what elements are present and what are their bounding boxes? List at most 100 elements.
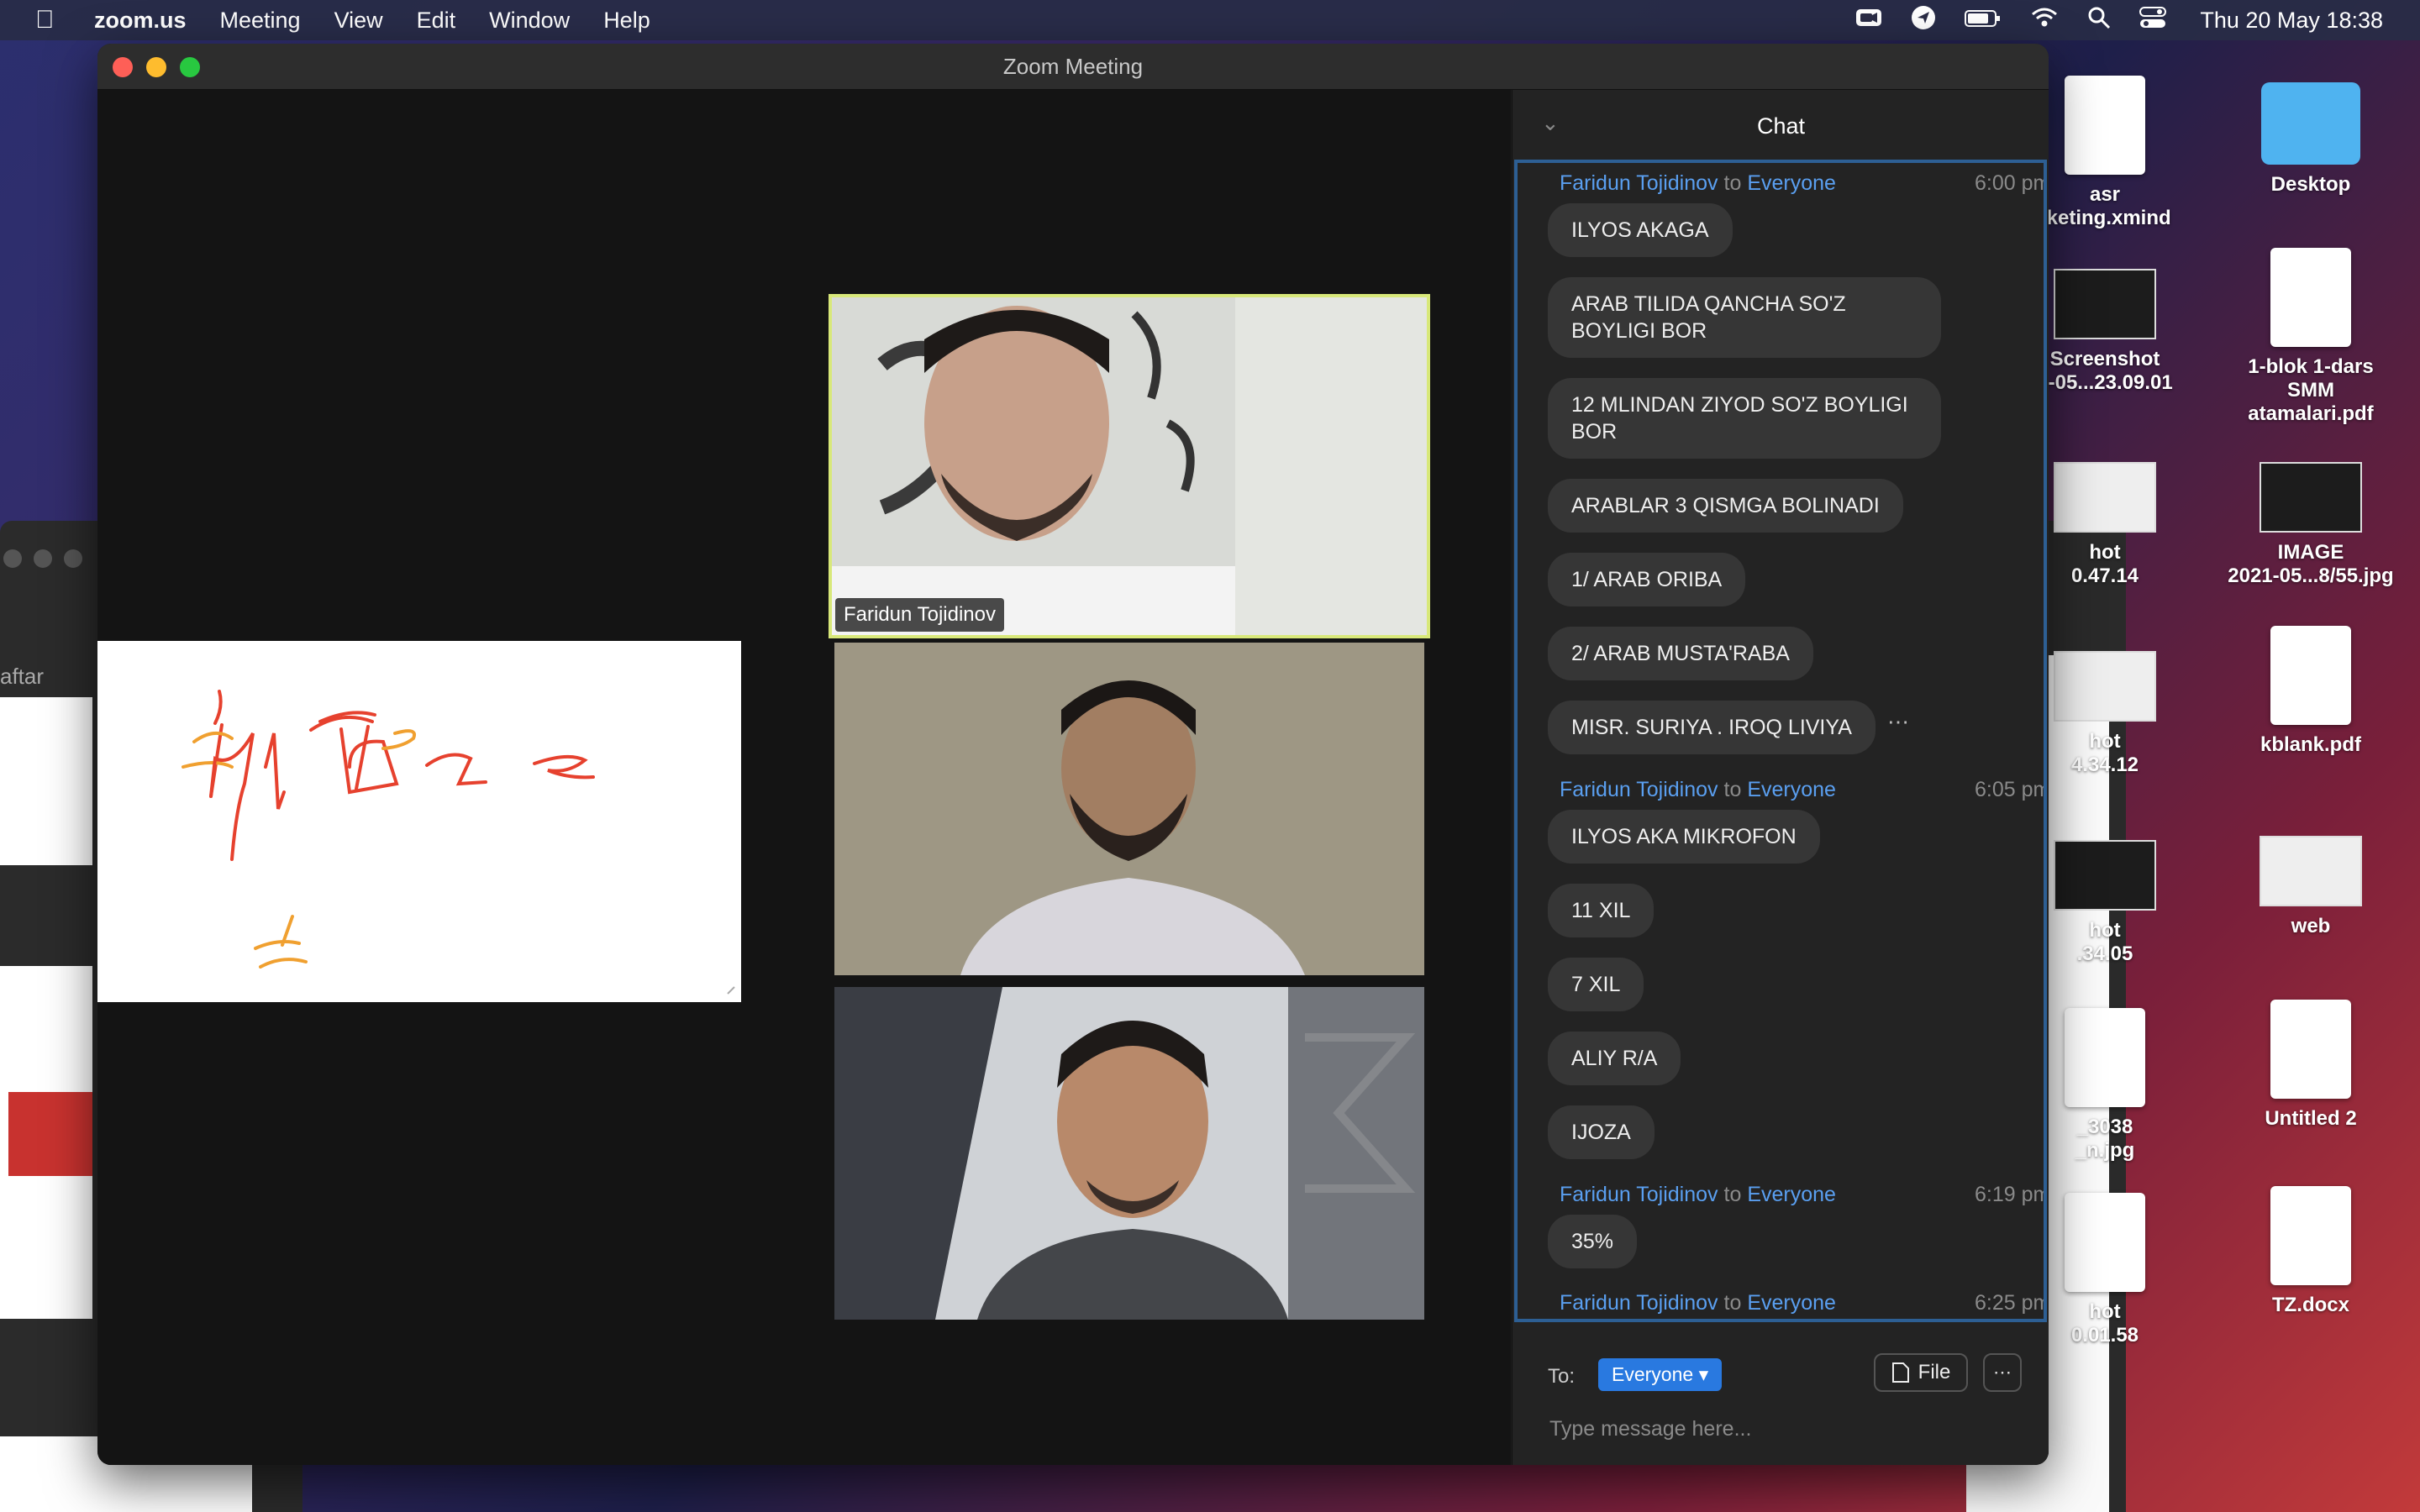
document-icon — [2270, 248, 2351, 347]
desktop-folder-desktop[interactable]: Desktop — [2227, 67, 2395, 197]
chat-panel: ⌄ Chat Faridun Tojidinov to Everyone 6:00… — [1512, 90, 2049, 1465]
message-time: 6:05 pm — [1975, 778, 2047, 801]
document-page-thumb — [0, 697, 92, 865]
chat-message-bubble[interactable]: 35% — [1548, 1215, 1638, 1268]
image-icon — [2260, 462, 2362, 533]
location-icon[interactable] — [1911, 5, 1936, 36]
desktop-file-untitled[interactable]: Untitled 2 — [2227, 1000, 2395, 1131]
video-tile-active-speaker[interactable]: Faridun Tojidinov — [829, 294, 1430, 638]
image-icon — [2054, 840, 2156, 911]
chat-message-bubble[interactable]: ALIY R/A — [1548, 1032, 1681, 1085]
participant-video — [834, 987, 1424, 1320]
to-label: to — [1723, 171, 1742, 195]
recipient-name[interactable]: Everyone — [1747, 1183, 1836, 1206]
recipient-value: Everyone — [1612, 1363, 1694, 1385]
chat-message-bubble[interactable]: IJOZA — [1548, 1105, 1655, 1159]
desktop-icon-label: hot 0.01.58 — [2070, 1300, 2139, 1347]
chat-message-bubble[interactable]: 7 XIL — [1548, 958, 1644, 1011]
document-icon — [2270, 1000, 2351, 1099]
chat-message-bubble[interactable]: 11 XIL — [1548, 884, 1655, 937]
participant-video — [834, 643, 1424, 975]
desktop-icon-label: hot 4.34.12 — [2070, 730, 2139, 776]
video-stage: Faridun Tojidinov — [97, 90, 1511, 1465]
zoom-camera-icon[interactable] — [1855, 7, 1882, 34]
chat-message-bubble[interactable]: 1/ ARAB ORIBA — [1548, 553, 1746, 606]
chat-message-bubble[interactable]: 12 MLINDAN ZIYOD SO'Z BOYLIGI BOR — [1548, 378, 1941, 459]
window-title: Zoom Meeting — [1002, 54, 1144, 79]
desktop-file-pdf[interactable]: kblank.pdf — [2227, 626, 2395, 757]
folder-icon — [2261, 82, 2360, 165]
title-bar: Zoom Meeting — [97, 44, 2049, 90]
document-page-thumb — [0, 966, 92, 1319]
message-more-icon[interactable]: ⋯ — [1887, 709, 1909, 735]
message-time: 6:19 pm — [1975, 1183, 2047, 1206]
wifi-icon[interactable] — [2030, 7, 2059, 34]
desktop-file-pdf[interactable]: 1-blok 1-dars SMM atamalari.pdf — [2227, 248, 2395, 426]
recipient-name[interactable]: Everyone — [1747, 171, 1836, 195]
more-options-button[interactable]: ⋯ — [1983, 1353, 2022, 1392]
status-area: Thu 20 May 18:38 — [1827, 0, 2383, 40]
sender-name[interactable]: Faridun Tojidinov — [1560, 171, 1718, 195]
desktop-icon-label: Untitled 2 — [2265, 1107, 2357, 1130]
zoom-meeting-window: Zoom Meeting Faridun Tojidinov ⌄ Chat Fa… — [97, 44, 2049, 1465]
battery-icon[interactable] — [1965, 7, 2002, 34]
file-button[interactable]: File — [1874, 1353, 1968, 1392]
video-tile-participant[interactable] — [834, 987, 1424, 1320]
apple-icon[interactable]:  — [35, 6, 69, 34]
document-icon — [2065, 76, 2145, 175]
menu-edit[interactable]: Edit — [417, 8, 456, 34]
chat-message-bubble[interactable]: 2/ ARAB MUSTA'RABA — [1548, 627, 1813, 680]
document-icon — [2065, 1008, 2145, 1107]
search-icon[interactable] — [2087, 6, 2111, 35]
menu-app[interactable]: zoom.us — [94, 8, 187, 34]
sender-name[interactable]: Faridun Tojidinov — [1560, 1183, 1718, 1206]
control-center-icon[interactable] — [2139, 6, 2167, 35]
menu-clock[interactable]: Thu 20 May 18:38 — [2200, 8, 2383, 34]
sender-name[interactable]: Faridun Tojidinov — [1560, 778, 1718, 801]
desktop-icon-label: IMAGE 2021-05...8/55.jpg — [2228, 541, 2394, 587]
desktop-icon-label: asr rketing.xmind — [2039, 183, 2171, 229]
chat-message-list[interactable]: Faridun Tojidinov to Everyone 6:00 pm ILY… — [1514, 160, 2047, 1322]
message-time: 6:00 pm — [1975, 171, 2047, 195]
desktop-icon-label: hot .34.05 — [2076, 919, 2133, 965]
desktop-icon-label: hot 0.47.14 — [2070, 541, 2139, 587]
caret-down-icon: ▾ — [1698, 1363, 1709, 1385]
document-icon — [2065, 1193, 2145, 1292]
message-time: 6:25 pm — [1975, 1291, 2047, 1315]
desktop-icon-label: 1-blok 1-dars SMM atamalari.pdf — [2248, 355, 2374, 425]
chat-message-bubble[interactable]: ILYOS AKAGA — [1548, 203, 1733, 257]
desktop-icon-label: kblank.pdf — [2260, 733, 2361, 756]
recipient-name[interactable]: Everyone — [1747, 778, 1836, 801]
chat-composer: To: Everyone ▾ File ⋯ Type message here.… — [1512, 1323, 2049, 1465]
to-label: to — [1723, 778, 1742, 801]
menu-bar:  zoom.us Meeting View Edit Window Help … — [0, 0, 2420, 40]
message-input[interactable]: Type message here... — [1549, 1417, 1751, 1441]
desktop-file-image[interactable]: IMAGE 2021-05...8/55.jpg — [2227, 445, 2395, 588]
sender-name[interactable]: Faridun Tojidinov — [1560, 1291, 1718, 1315]
chat-message-bubble[interactable]: ARAB TILIDA QANCHA SO'Z BOYLIGI BOR — [1548, 277, 1941, 358]
whiteboard-drawing — [182, 690, 735, 995]
image-icon — [2260, 836, 2362, 906]
document-icon — [2270, 1186, 2351, 1285]
chat-message-bubble[interactable]: MISR. SURIYA . IROQ LIVIYA — [1548, 701, 1876, 754]
recipient-dropdown[interactable]: Everyone ▾ — [1598, 1358, 1723, 1391]
desktop-icon-label: _3038 _n.jpg — [2075, 1116, 2135, 1162]
participant-name-label: Faridun Tojidinov — [835, 598, 1004, 632]
whiteboard-share[interactable] — [97, 641, 741, 1002]
menu-window[interactable]: Window — [489, 8, 570, 34]
desktop-file-docx[interactable]: TZ.docx — [2227, 1186, 2395, 1317]
to-label: to — [1723, 1183, 1742, 1206]
video-tile-participant[interactable] — [834, 643, 1424, 975]
chat-header: ⌄ Chat — [1512, 90, 2049, 164]
menu-meeting[interactable]: Meeting — [220, 8, 301, 34]
desktop-file-web[interactable]: web — [2227, 819, 2395, 938]
recipient-name[interactable]: Everyone — [1747, 1291, 1836, 1315]
desktop-icon-label: TZ.docx — [2271, 1294, 2349, 1316]
desktop-icon-label: Screenshot 1-05...23.09.01 — [2037, 348, 2173, 394]
image-icon — [2054, 651, 2156, 722]
chat-message-bubble[interactable]: ILYOS AKA MIKROFON — [1548, 810, 1820, 864]
chat-message-bubble[interactable]: ARABLAR 3 QISMGA BOLINADI — [1548, 479, 1903, 533]
menu-view[interactable]: View — [334, 8, 383, 34]
chat-title: Chat — [1756, 113, 1806, 139]
menu-help[interactable]: Help — [603, 8, 650, 34]
